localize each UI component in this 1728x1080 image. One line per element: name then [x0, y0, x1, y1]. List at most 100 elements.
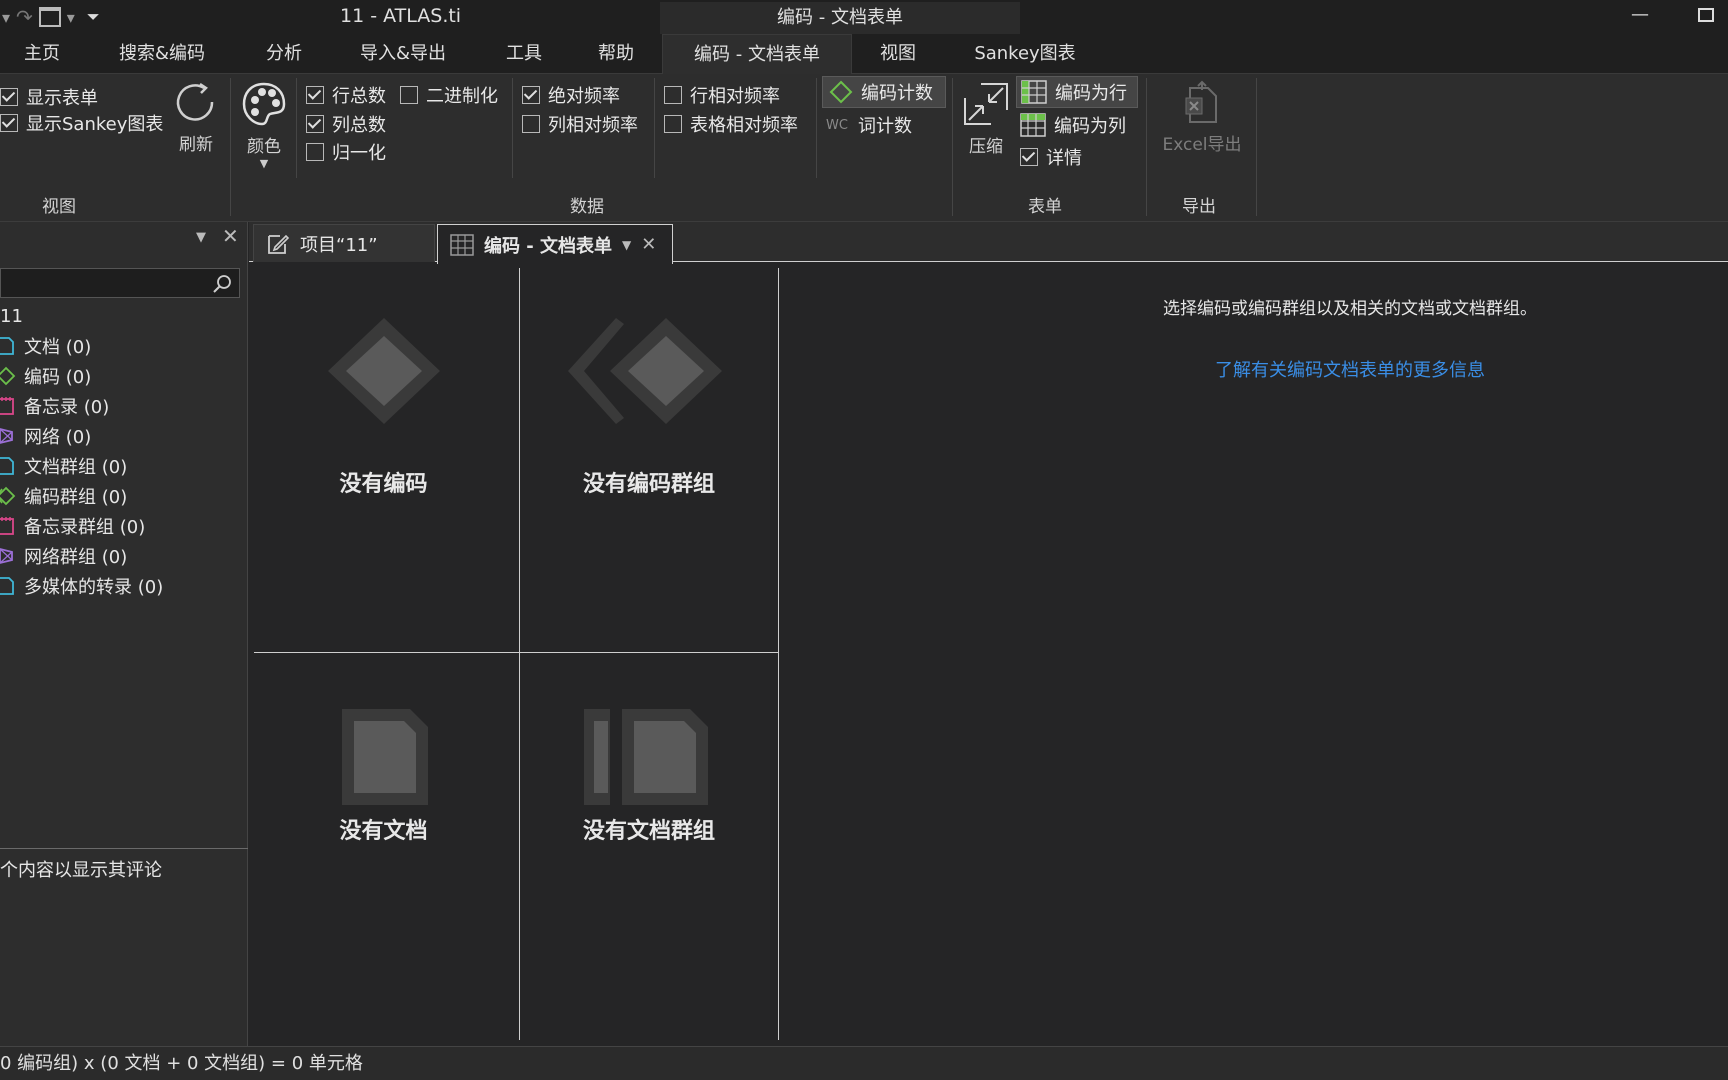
col-rel-freq-check[interactable]: [522, 115, 540, 133]
normalize-check[interactable]: [306, 143, 324, 161]
code-group-placeholder-icon: [568, 318, 722, 424]
tab-analyze[interactable]: 分析: [254, 34, 314, 74]
show-table-checkbox[interactable]: 显示表单: [0, 84, 98, 110]
panel-menu-icon[interactable]: ▼: [196, 230, 206, 245]
tree-item[interactable]: 网络 (0): [0, 422, 91, 450]
show-table-label: 显示表单: [26, 88, 98, 109]
refresh-button[interactable]: 刷新: [174, 80, 218, 155]
details-check[interactable]: [1020, 148, 1038, 166]
show-sankey-checkbox[interactable]: 显示Sankey图表: [0, 110, 163, 136]
tree-item-label: 备忘录 (0): [24, 397, 110, 418]
table-rel-freq-check[interactable]: [664, 115, 682, 133]
row-rel-freq-checkbox[interactable]: 行相对频率: [664, 82, 780, 108]
tab-sankey[interactable]: Sankey图表: [962, 34, 1088, 74]
codes-drop-zone[interactable]: 没有编码: [248, 262, 519, 652]
no-code-groups-label: 没有编码群组: [582, 472, 715, 497]
show-sankey-check[interactable]: [0, 114, 18, 132]
tab-code-document-table[interactable]: 编码 - 文档表单: [662, 34, 852, 74]
tab-import-export[interactable]: 导入&导出: [352, 34, 454, 74]
separator: [654, 78, 655, 178]
tree-item[interactable]: 编码 (0): [0, 362, 91, 390]
col-totals-check[interactable]: [306, 115, 324, 133]
table-rows-icon: [1021, 80, 1047, 104]
col-rel-freq-checkbox[interactable]: 列相对频率: [522, 111, 638, 137]
word-count-button[interactable]: WC 词计数: [826, 112, 912, 138]
binarize-checkbox[interactable]: 二进制化: [400, 82, 498, 108]
table-cols-icon: [1020, 113, 1046, 137]
show-table-check[interactable]: [0, 88, 18, 106]
tab-home[interactable]: 主页: [10, 34, 74, 74]
customize-toolbar-icon[interactable]: ⏷: [87, 7, 100, 27]
refresh-icon: [176, 82, 214, 121]
separator: [512, 78, 513, 178]
tab-code-document-table-active[interactable]: 编码 - 文档表单 ▼ ✕: [437, 224, 673, 264]
code-groups-drop-zone[interactable]: 没有编码群组: [520, 262, 778, 652]
tab-view[interactable]: 视图: [872, 34, 924, 74]
panel-close-icon[interactable]: ✕: [222, 224, 239, 248]
row-totals-check[interactable]: [306, 86, 324, 104]
codes-as-cols-button[interactable]: 编码为列: [1020, 112, 1126, 138]
binarize-check[interactable]: [400, 86, 418, 104]
excel-icon: [1185, 80, 1217, 123]
tree-item[interactable]: 文档群组 (0): [0, 452, 127, 480]
view-group-label: 视图: [42, 197, 76, 217]
minimize-button[interactable]: —: [1620, 2, 1660, 30]
undo-dropdown-icon[interactable]: ▾: [2, 8, 10, 27]
show-sankey-label: 显示Sankey图表: [26, 114, 164, 135]
tab-project-label: 项目“11”: [300, 234, 378, 256]
tree-item-label: 多媒体的转录 (0): [24, 577, 164, 598]
refresh-label: 刷新: [179, 135, 213, 155]
tree-item[interactable]: 编码群组 (0): [0, 482, 127, 510]
excel-export-button[interactable]: Excel导出: [1154, 80, 1250, 155]
abs-freq-check[interactable]: [522, 86, 540, 104]
tab-close-icon[interactable]: ✕: [641, 234, 656, 255]
normalize-checkbox[interactable]: 归一化: [306, 139, 386, 165]
tree-item[interactable]: 文档 (0): [0, 332, 91, 360]
details-checkbox[interactable]: 详情: [1020, 144, 1082, 170]
table-rel-freq-checkbox[interactable]: 表格相对频率: [664, 111, 798, 137]
tab-tools[interactable]: 工具: [496, 34, 552, 74]
project-explorer: ▼ ✕ 11 个内容以显示其评论 文档 (0) 编码 (0) 备忘录 (0) 网络 (…: [0, 222, 248, 1046]
tab-dropdown-icon[interactable]: ▼: [622, 238, 631, 252]
compress-button[interactable]: 压缩: [960, 80, 1012, 157]
code-count-button[interactable]: 编码计数: [822, 76, 946, 108]
col-totals-checkbox[interactable]: 列总数: [306, 111, 386, 137]
tab-project[interactable]: 项目“11”: [253, 224, 435, 262]
codes-as-rows-button[interactable]: 编码为行: [1016, 76, 1138, 108]
documents-drop-zone[interactable]: 没有文档: [248, 653, 519, 1040]
abs-freq-checkbox[interactable]: 绝对频率: [522, 82, 620, 108]
document-groups-drop-zone[interactable]: 没有文档群组: [520, 653, 778, 1040]
tree-item[interactable]: 备忘录 (0): [0, 392, 109, 420]
row-totals-checkbox[interactable]: 行总数: [306, 82, 386, 108]
redo-icon[interactable]: ↷: [16, 5, 33, 29]
quick-access-toolbar: ▾ ↷ ▾ ⏷: [0, 4, 100, 30]
selection-hint: 选择编码或编码群组以及相关的文档或文档群组。: [1163, 299, 1537, 319]
explorer-search-input[interactable]: [0, 268, 240, 298]
separator: [1146, 78, 1147, 216]
code-count-label: 编码计数: [861, 83, 933, 104]
tree-item[interactable]: 多媒体的转录 (0): [0, 572, 163, 600]
context-title: 编码 - 文档表单: [660, 2, 1020, 34]
tree-item[interactable]: 备忘录群组 (0): [0, 512, 145, 540]
tab-help[interactable]: 帮助: [588, 34, 644, 74]
tab-search-code[interactable]: 搜索&编码: [104, 34, 220, 74]
network-group-icon: [0, 548, 13, 564]
row-rel-freq-check[interactable]: [664, 86, 682, 104]
maximize-button[interactable]: [1686, 2, 1726, 30]
compress-label: 压缩: [969, 137, 1003, 157]
abs-freq-label: 绝对频率: [548, 86, 620, 107]
export-group-label: 导出: [1182, 197, 1216, 217]
project-root[interactable]: 11: [0, 306, 23, 327]
color-dropdown-icon[interactable]: ▼: [240, 157, 288, 170]
tree-item[interactable]: 网络群组 (0): [0, 542, 127, 570]
window-layout-icon[interactable]: [38, 7, 61, 27]
layout-dropdown-icon[interactable]: ▾: [67, 8, 75, 27]
maximize-icon: [1698, 8, 1714, 22]
color-button[interactable]: 颜色 ▼: [240, 80, 288, 170]
palette-icon: [242, 82, 286, 126]
ribbon-tabs: 主页 搜索&编码 分析 导入&导出 工具 帮助 编码 - 文档表单 视图 San…: [0, 34, 1728, 74]
memo-group-icon: [0, 517, 14, 535]
learn-more-link[interactable]: 了解有关编码文档表单的更多信息: [1000, 356, 1700, 382]
col-rel-freq-label: 列相对频率: [548, 115, 638, 136]
separator: [230, 78, 231, 216]
